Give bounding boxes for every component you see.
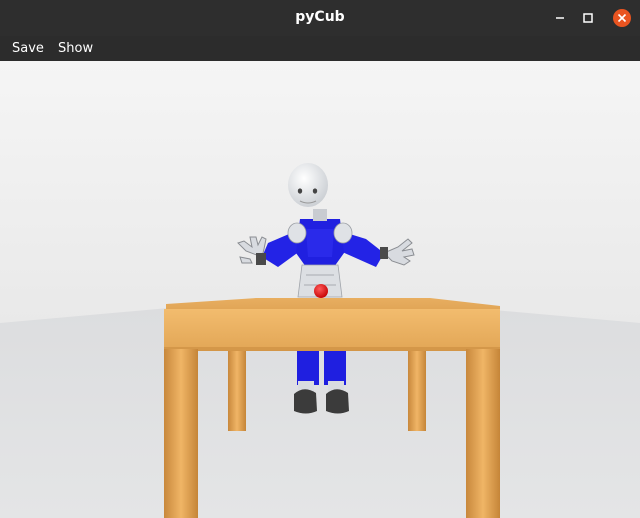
robot-right-foot [326, 389, 349, 414]
robot-right-eye [312, 188, 318, 194]
table-leg-back-left [228, 349, 246, 431]
menu-show[interactable]: Show [58, 41, 93, 56]
simulation-scene [0, 61, 640, 518]
maximize-icon [583, 13, 593, 23]
robot-head [288, 163, 328, 207]
table-leg-front-left [164, 349, 198, 518]
robot-right-shoulder [333, 222, 353, 244]
robot-left-shoulder [287, 222, 307, 244]
close-icon [613, 9, 631, 27]
robot-right-thigh [324, 349, 346, 385]
title-bar[interactable]: pyCub [0, 0, 640, 36]
maximize-button[interactable] [578, 8, 598, 28]
close-button[interactable] [612, 8, 632, 28]
table-top-front [164, 309, 500, 351]
robot-neck [313, 209, 327, 221]
robot-left-eye [297, 188, 303, 194]
minimize-button[interactable] [550, 8, 570, 28]
window-title: pyCub [295, 9, 345, 25]
menu-bar: Save Show [0, 36, 640, 61]
3d-viewport[interactable] [0, 61, 640, 518]
table-leg-back-right [408, 349, 426, 431]
robot-left-foot [294, 389, 317, 414]
red-ball [314, 284, 328, 298]
robot-left-thigh [297, 349, 319, 385]
menu-save[interactable]: Save [12, 41, 44, 56]
table-leg-front-right [466, 349, 500, 518]
minimize-icon [556, 17, 564, 19]
pycub-window: pyCub Save Show [0, 0, 640, 518]
